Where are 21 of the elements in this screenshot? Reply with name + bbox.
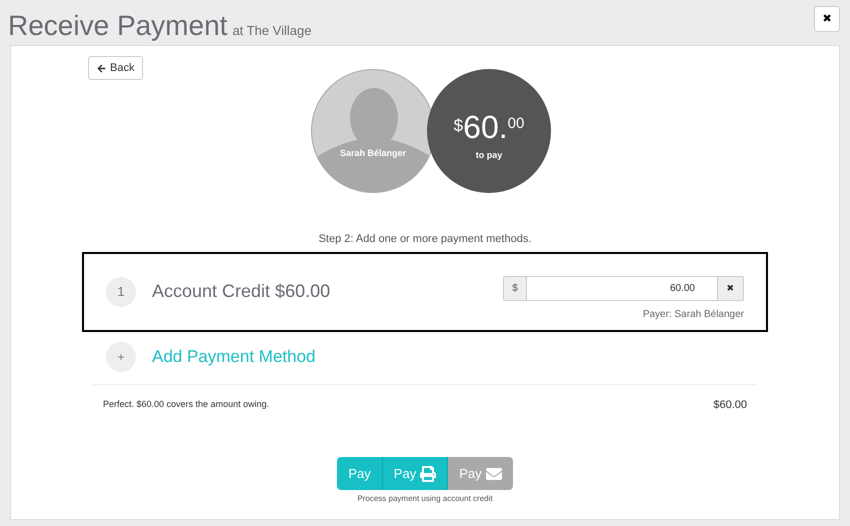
payment-method-row[interactable]: 1 Account Credit $60.00 $ 60.00 ✖ Payer: Sarah Bélanger [82,252,768,332]
coverage-message: Perfect. $60.00 covers the amount owing. [103,398,270,411]
page-title: Receive Payment [8,9,228,43]
currency-addon: $ [503,276,527,301]
remove-button[interactable]: ✖ [717,276,744,301]
page-subtitle: at The Village [232,22,312,40]
total-amount: $60.00 [713,398,747,412]
amount-input[interactable]: 60.00 [527,276,717,301]
printer-icon [420,466,436,482]
arrow-left-icon [97,64,106,72]
step-instruction: Step 2: Add one or more payment methods. [318,232,532,247]
pay-caption: Process payment using account credit [356,493,494,505]
amount-due-caption: to pay [476,149,502,162]
payer-name: Sarah Bélanger [340,146,406,160]
payer-label: Payer: Sarah Bélanger [642,308,744,322]
step-number: 1 [106,276,136,306]
close-button[interactable]: ✖ [814,6,840,32]
method-name: Account Credit $60.00 [152,280,330,303]
envelope-icon [486,466,502,482]
add-icon[interactable]: + [106,342,136,372]
back-button[interactable]: Back [88,56,144,80]
